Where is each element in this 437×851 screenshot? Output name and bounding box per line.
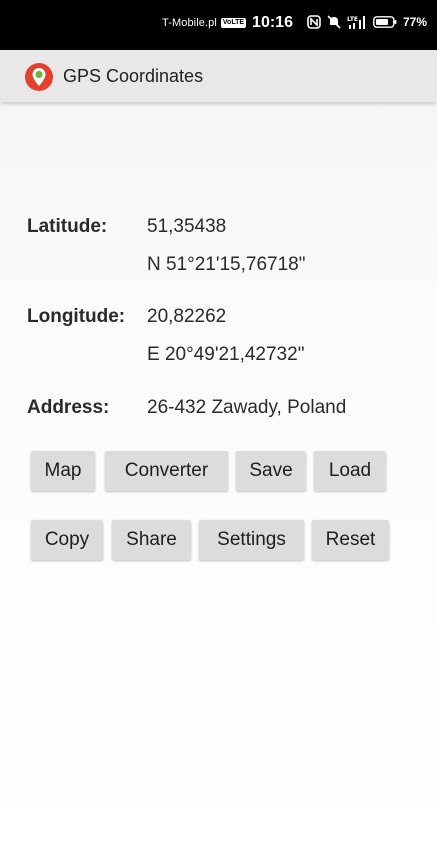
signal-icon: LTE bbox=[347, 15, 367, 29]
longitude-decimal-value: 20,82262 bbox=[147, 306, 227, 327]
address-value: 26-432 Zawady, Poland bbox=[147, 397, 347, 418]
load-button[interactable]: Load bbox=[314, 451, 386, 491]
latitude-label: Latitude: bbox=[27, 216, 108, 237]
nfc-icon bbox=[307, 15, 321, 29]
reset-button[interactable]: Reset bbox=[312, 520, 389, 560]
latitude-dms-value: N 51°21'15,76718" bbox=[147, 254, 306, 275]
status-right: LTE 77% bbox=[307, 15, 427, 29]
map-button[interactable]: Map bbox=[31, 451, 95, 491]
status-time: 10:16 bbox=[252, 14, 293, 31]
save-button[interactable]: Save bbox=[236, 451, 306, 491]
volte-badge: VoLTE bbox=[220, 18, 247, 28]
battery-percentage: 77% bbox=[402, 15, 427, 29]
mute-icon bbox=[327, 15, 341, 29]
settings-button[interactable]: Settings bbox=[199, 520, 304, 560]
status-bar: T-Mobile.pl VoLTE 10:16 LTE 77% bbox=[0, 0, 437, 50]
longitude-label: Longitude: bbox=[27, 306, 126, 327]
carrier-name: T-Mobile.pl bbox=[162, 17, 217, 29]
copy-button[interactable]: Copy bbox=[31, 520, 103, 560]
app-bar: GPS Coordinates bbox=[0, 50, 437, 102]
longitude-dms-value: E 20°49'21,42732" bbox=[147, 344, 305, 365]
location-pin-icon bbox=[24, 62, 54, 92]
battery-icon bbox=[373, 16, 397, 28]
share-button[interactable]: Share bbox=[112, 520, 191, 560]
latitude-decimal-value: 51,35438 bbox=[147, 216, 227, 237]
converter-button[interactable]: Converter bbox=[105, 451, 228, 491]
status-left: T-Mobile.pl VoLTE 10:16 bbox=[162, 14, 293, 32]
address-label: Address: bbox=[27, 397, 110, 418]
app-title: GPS Coordinates bbox=[63, 66, 204, 86]
svg-text:LTE: LTE bbox=[347, 16, 358, 23]
